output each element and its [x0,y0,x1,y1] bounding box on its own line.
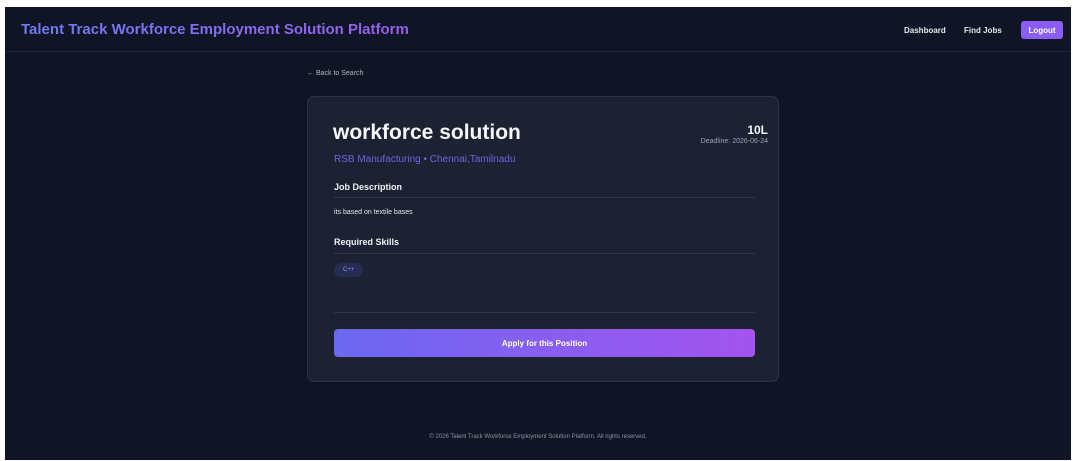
footer-copyright: © 2026 Talent Track Workforce Employment… [429,434,647,440]
job-title: workforce solution [333,121,521,144]
job-detail-card: workforce solution RSB Manufacturing • C… [307,96,779,382]
divider [334,253,755,254]
navbar: Talent Track Workforce Employment Soluti… [5,7,1071,52]
app-window: Talent Track Workforce Employment Soluti… [5,7,1071,460]
job-description-heading: Job Description [334,182,403,192]
job-description-text: its based on textile bases [334,209,413,216]
nav-dashboard-link[interactable]: Dashboard [904,26,946,35]
logout-button[interactable]: Logout [1021,21,1063,39]
divider [334,312,755,313]
job-salary: 10L [747,123,768,137]
apply-button[interactable]: Apply for this Position [334,329,755,357]
brand-title[interactable]: Talent Track Workforce Employment Soluti… [21,21,409,38]
job-company-location: RSB Manufacturing • Chennai,Tamilnadu [334,154,516,165]
skill-chip: C++ [334,263,364,277]
required-skills-heading: Required Skills [334,237,400,247]
divider [334,197,755,198]
nav-find-jobs-link[interactable]: Find Jobs [964,26,1002,35]
back-to-search-link[interactable]: ← Back to Search [307,70,363,77]
job-deadline: Deadline: 2026-06-24 [700,138,768,145]
